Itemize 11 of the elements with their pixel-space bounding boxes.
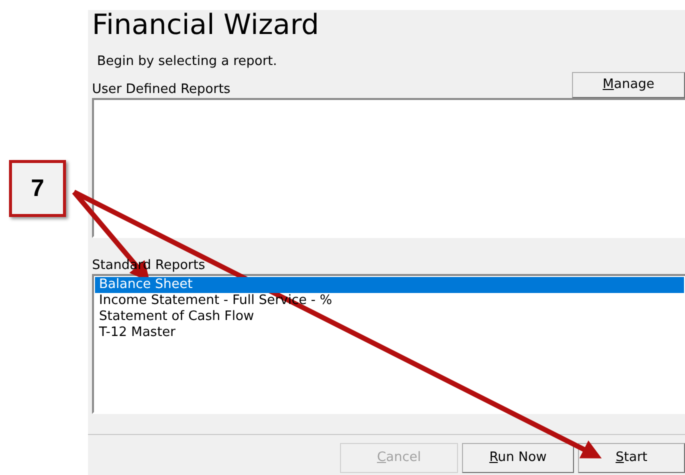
step-callout: 7 bbox=[9, 160, 66, 217]
report-item[interactable]: T-12 Master bbox=[95, 325, 684, 341]
instruction-text: Begin by selecting a report. bbox=[97, 54, 278, 70]
dialog-button[interactable]: Run Now bbox=[462, 443, 574, 473]
manage-button[interactable]: Manage bbox=[572, 72, 685, 98]
report-item[interactable]: Statement of Cash Flow bbox=[95, 309, 684, 325]
window-title: Financial Wizard bbox=[92, 10, 320, 40]
report-item[interactable]: Balance Sheet bbox=[95, 277, 684, 293]
user-reports-list[interactable] bbox=[92, 98, 685, 238]
list-label: User Defined Reports bbox=[92, 82, 230, 98]
dialog-button[interactable]: Start bbox=[578, 443, 685, 473]
